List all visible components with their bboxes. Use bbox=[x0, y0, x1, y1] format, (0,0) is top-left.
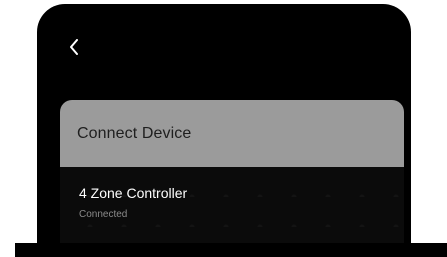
device-status: Connected bbox=[79, 209, 128, 220]
connect-device-card: Connect Device 4 Zone Controller Connect… bbox=[60, 100, 404, 257]
bottom-bar bbox=[15, 243, 447, 257]
back-button[interactable] bbox=[63, 34, 85, 60]
device-name: 4 Zone Controller bbox=[79, 185, 188, 201]
card-title: Connect Device bbox=[77, 124, 192, 142]
card-header: Connect Device bbox=[60, 100, 404, 167]
phone-screen: Connect Device 4 Zone Controller Connect… bbox=[37, 4, 411, 257]
chevron-left-icon bbox=[70, 39, 78, 55]
